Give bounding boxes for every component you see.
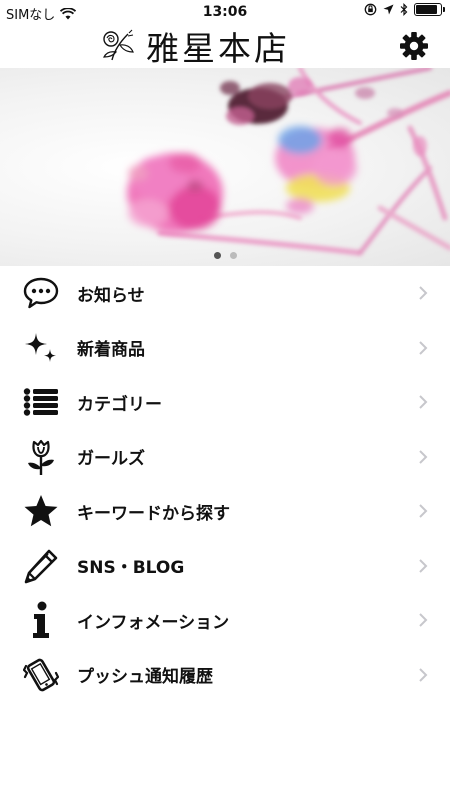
gear-icon[interactable] xyxy=(398,30,430,62)
chevron-right-icon xyxy=(419,613,428,627)
menu-item-label: カテゴリー xyxy=(77,394,162,415)
speech-bubble-icon xyxy=(23,278,59,309)
menu-item-information[interactable]: インフォメーション xyxy=(0,593,450,648)
shop-logo: 雅星本店 xyxy=(98,24,290,68)
menu-item-label: キーワードから探す xyxy=(77,503,230,524)
menu-item-category[interactable]: カテゴリー xyxy=(0,375,450,430)
info-icon xyxy=(33,601,49,639)
menu-item-label: インフォメーション xyxy=(77,612,230,633)
menu-item-label: ガールズ xyxy=(77,449,145,470)
orientation-lock-icon xyxy=(364,3,377,16)
main-menu: お知らせ 新着商品 カテゴリー ガールズ キーワードから探す SNS・BLOG … xyxy=(0,266,450,702)
menu-item-keyword-search[interactable]: キーワードから探す xyxy=(0,484,450,539)
chevron-right-icon xyxy=(419,450,428,464)
menu-item-push-history[interactable]: プッシュ通知履歴 xyxy=(0,648,450,703)
menu-item-label: プッシュ通知履歴 xyxy=(77,667,213,688)
carousel-dot-1[interactable] xyxy=(213,252,221,259)
chevron-right-icon xyxy=(419,286,428,300)
rose-logo-icon xyxy=(103,29,134,61)
chevron-right-icon xyxy=(419,504,428,518)
pencil-icon xyxy=(24,549,58,584)
app-header: 雅星本店 xyxy=(0,24,450,68)
star-icon xyxy=(24,495,58,527)
chevron-right-icon xyxy=(419,341,428,355)
menu-item-label: お知らせ xyxy=(77,285,145,306)
shop-title: 雅星本店 xyxy=(146,29,290,68)
menu-item-label: 新着商品 xyxy=(77,340,145,361)
menu-item-label: SNS・BLOG xyxy=(77,558,185,579)
status-bar: SIMなし 13:06 xyxy=(0,0,450,24)
chevron-right-icon xyxy=(419,559,428,573)
battery-icon xyxy=(414,3,445,16)
location-icon xyxy=(383,4,394,15)
hero-image xyxy=(127,68,450,256)
menu-item-sns-blog[interactable]: SNS・BLOG xyxy=(0,539,450,594)
bluetooth-icon xyxy=(400,3,408,16)
rose-icon xyxy=(28,439,54,475)
vibrating-phone-icon xyxy=(23,658,59,692)
menu-item-news[interactable]: お知らせ xyxy=(0,266,450,321)
hero-banner[interactable] xyxy=(0,68,450,266)
carousel-dot-2[interactable] xyxy=(229,252,237,259)
sparkles-icon xyxy=(25,332,56,362)
menu-item-girls[interactable]: ガールズ xyxy=(0,430,450,485)
chevron-right-icon xyxy=(419,395,428,409)
chevron-right-icon xyxy=(419,668,428,682)
menu-item-new-arrivals[interactable]: 新着商品 xyxy=(0,321,450,376)
list-icon xyxy=(23,388,58,416)
carousel-indicator[interactable] xyxy=(0,252,450,259)
status-right xyxy=(364,3,445,16)
